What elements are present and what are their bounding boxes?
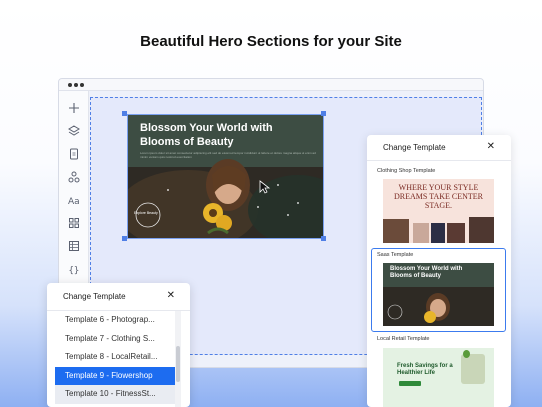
section-label-saas: Saas Template: [377, 252, 414, 258]
dropdown-scrollbar-thumb[interactable]: [176, 346, 180, 382]
window-dot-icon: [68, 83, 72, 87]
retail-cta-button: [399, 381, 421, 386]
hero-subtitle: Lorem ipsum dolor sit amet consectetur a…: [140, 151, 316, 159]
layers-icon[interactable]: [67, 124, 81, 138]
change-template-panel: Change Template ✕ Clothing Shop Template…: [367, 135, 511, 407]
plus-icon[interactable]: [67, 101, 81, 115]
thumb-photo: [383, 287, 494, 326]
template-thumb-clothing[interactable]: WHERE YOUR STYLE DREAMS TAKE CENTER STAG…: [383, 179, 494, 243]
thumb-headline-saas: Blossom Your World with Blooms of Beauty: [390, 266, 463, 279]
greens-image: [463, 350, 470, 358]
typography-icon[interactable]: Aa: [67, 193, 81, 207]
resize-handle[interactable]: [122, 236, 127, 241]
close-icon[interactable]: ✕: [487, 141, 495, 152]
hero-overlay-label: Explore Beauty: [134, 211, 158, 215]
thumb-headline-retail: Fresh Savings for a Healthier Life: [397, 363, 453, 376]
resize-handle[interactable]: [122, 111, 127, 116]
page-icon[interactable]: [67, 147, 81, 161]
window-dot-icon: [74, 83, 78, 87]
template-dropdown-panel: Change Template ✕ Template 6 - Photograp…: [47, 283, 190, 407]
model-photo: [431, 223, 445, 243]
svg-text:Aa: Aa: [68, 197, 80, 207]
section-label-retail: Local Retail Template: [377, 336, 430, 342]
model-photo: [469, 217, 494, 243]
close-icon[interactable]: ✕: [167, 290, 175, 301]
template-list: Template 6 - Photograp... Template 7 - C…: [55, 311, 181, 404]
table-icon[interactable]: [67, 239, 81, 253]
model-photo: [383, 219, 409, 243]
dropdown-title: Change Template: [63, 292, 126, 301]
grid-icon[interactable]: [67, 216, 81, 230]
hero-title: Blossom Your World with Blooms of Beauty: [140, 122, 273, 148]
template-option[interactable]: Template 10 - FitnessSt...: [55, 385, 181, 404]
thumb-headline-clothing: WHERE YOUR STYLE DREAMS TAKE CENTER STAG…: [394, 183, 483, 210]
window-titlebar: [59, 79, 483, 91]
window-dot-icon: [80, 83, 84, 87]
model-photo: [447, 223, 465, 243]
model-photo: [413, 223, 429, 243]
template-option[interactable]: Template 6 - Photograp...: [55, 311, 181, 330]
panel-title: Change Template: [383, 143, 446, 152]
template-thumb-saas[interactable]: Blossom Your World with Blooms of Beauty: [383, 263, 494, 326]
template-thumb-retail[interactable]: Fresh Savings for a Healthier Life: [383, 348, 494, 407]
mouse-pointer-icon: [259, 180, 271, 197]
template-option[interactable]: Template 7 - Clothing S...: [55, 330, 181, 349]
resize-handle[interactable]: [321, 111, 326, 116]
svg-text:{}: {}: [69, 266, 80, 276]
resize-handle[interactable]: [321, 236, 326, 241]
components-icon[interactable]: [67, 170, 81, 184]
section-label-clothing: Clothing Shop Template: [377, 168, 436, 174]
page-headline: Beautiful Hero Sections for your Site: [140, 33, 402, 50]
panel-header: Change Template ✕: [367, 135, 511, 161]
template-option-selected[interactable]: Template 9 - Flowershop: [55, 366, 181, 385]
dropdown-header: Change Template ✕: [47, 283, 190, 311]
hero-section-preview[interactable]: Blossom Your World with Blooms of Beauty…: [127, 114, 324, 239]
grocery-bag-image: [461, 354, 485, 384]
code-icon[interactable]: {}: [67, 262, 81, 276]
template-option[interactable]: Template 8 - LocalRetail...: [55, 348, 181, 367]
